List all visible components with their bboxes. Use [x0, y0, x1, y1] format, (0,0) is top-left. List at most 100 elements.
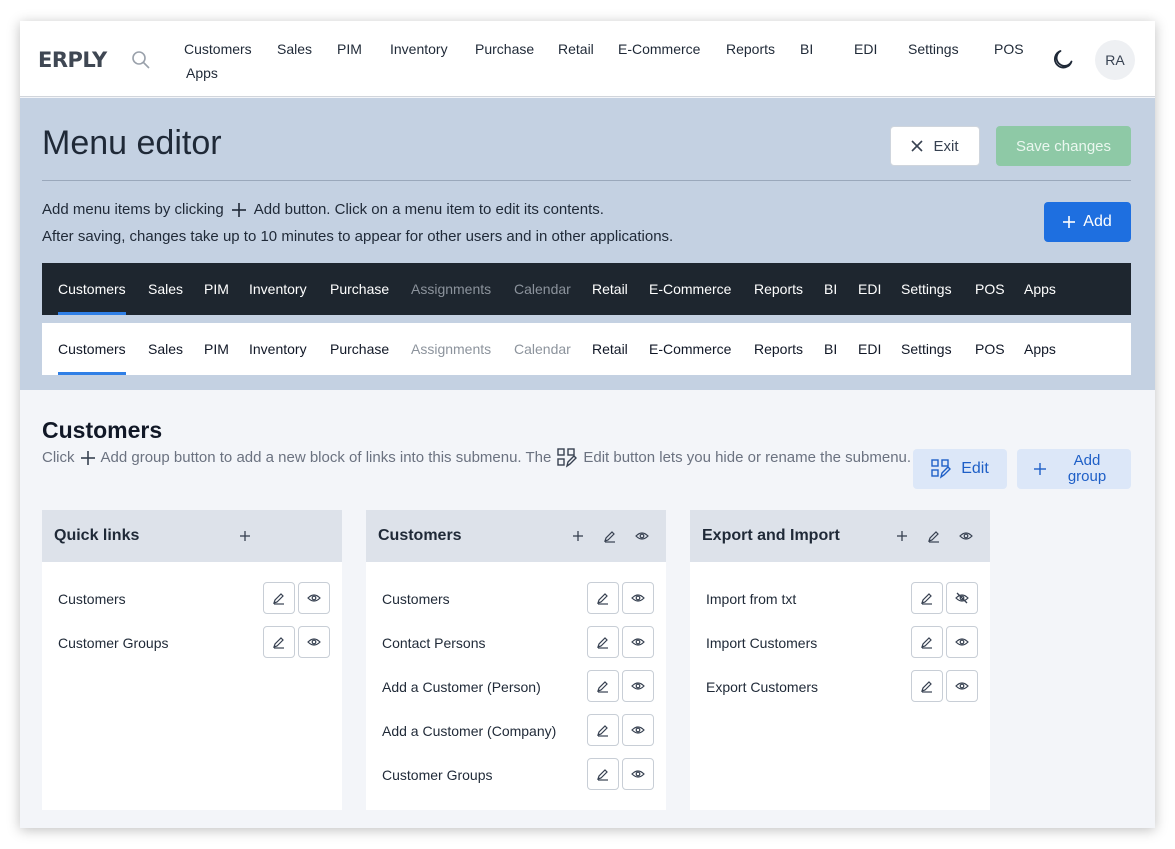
- topnav-item-customers[interactable]: Customers: [184, 41, 252, 57]
- help-text-part: Edit button lets you hide or rename the …: [583, 449, 912, 466]
- topnav-item-settings[interactable]: Settings: [908, 41, 959, 57]
- edit-pencil-icon[interactable]: [263, 582, 295, 614]
- dark-mode-moon-icon[interactable]: [1050, 46, 1076, 72]
- link-label[interactable]: Add a Customer (Company): [382, 723, 556, 739]
- preview-light-item-inventory[interactable]: Inventory: [249, 323, 307, 375]
- edit-submenu-button[interactable]: Edit: [913, 449, 1007, 489]
- preview-light-item-pim[interactable]: PIM: [204, 323, 229, 375]
- link-label[interactable]: Customer Groups: [382, 767, 492, 783]
- preview-light-item-settings[interactable]: Settings: [901, 323, 952, 375]
- add-link-plus-icon[interactable]: [890, 524, 914, 548]
- link-row: Import from txt: [690, 582, 990, 616]
- preview-dark-item-settings[interactable]: Settings: [901, 263, 952, 315]
- eye-icon[interactable]: [298, 626, 330, 658]
- preview-light-item-retail[interactable]: Retail: [592, 323, 628, 375]
- link-label[interactable]: Customers: [382, 591, 450, 607]
- eye-icon[interactable]: [622, 626, 654, 658]
- help-text-line1: Add menu items by clicking Add button. C…: [42, 201, 604, 218]
- topnav-item-inventory[interactable]: Inventory: [390, 41, 448, 57]
- user-avatar[interactable]: RA: [1095, 40, 1135, 80]
- eye-icon[interactable]: [298, 582, 330, 614]
- preview-light-item-sales[interactable]: Sales: [148, 323, 183, 375]
- link-row: Customer Groups: [366, 758, 666, 792]
- edit-grid-icon: [557, 448, 578, 468]
- topnav-item-retail[interactable]: Retail: [558, 41, 594, 57]
- preview-light-item-edi[interactable]: EDI: [858, 323, 881, 375]
- edit-pencil-icon[interactable]: [587, 758, 619, 790]
- edit-pencil-icon[interactable]: [587, 582, 619, 614]
- eye-icon[interactable]: [946, 670, 978, 702]
- add-link-plus-icon[interactable]: [566, 524, 590, 548]
- edit-pencil-icon[interactable]: [587, 670, 619, 702]
- preview-light-item-reports[interactable]: Reports: [754, 323, 803, 375]
- preview-dark-item-reports[interactable]: Reports: [754, 263, 803, 315]
- preview-light-item-pos[interactable]: POS: [975, 323, 1005, 375]
- topnav-item-purchase[interactable]: Purchase: [475, 41, 534, 57]
- edit-button-label: Edit: [961, 460, 989, 477]
- topnav-item-ecommerce[interactable]: E-Commerce: [618, 41, 700, 57]
- eye-off-icon[interactable]: [946, 582, 978, 614]
- edit-pencil-icon[interactable]: [598, 524, 622, 548]
- preview-light-item-calendar[interactable]: Calendar: [514, 323, 571, 375]
- link-label[interactable]: Import Customers: [706, 635, 817, 651]
- topnav-item-apps[interactable]: Apps: [186, 65, 218, 81]
- link-label[interactable]: Import from txt: [706, 591, 796, 607]
- eye-icon[interactable]: [630, 524, 654, 548]
- exit-button-label: Exit: [933, 137, 959, 155]
- edit-pencil-icon[interactable]: [911, 626, 943, 658]
- preview-dark-item-calendar[interactable]: Calendar: [514, 263, 571, 315]
- preview-dark-item-customers[interactable]: Customers: [58, 263, 126, 315]
- save-changes-button[interactable]: Save changes: [996, 126, 1131, 166]
- preview-light-item-assignments[interactable]: Assignments: [411, 323, 491, 375]
- group-quick-links: Quick links Customers Customer Groups: [42, 510, 342, 810]
- preview-light-item-customers[interactable]: Customers: [58, 323, 126, 375]
- add-group-button[interactable]: Add group: [1017, 449, 1131, 489]
- topnav-item-sales[interactable]: Sales: [277, 41, 312, 57]
- preview-dark-item-purchase[interactable]: Purchase: [330, 263, 389, 315]
- preview-dark-item-bi[interactable]: BI: [824, 263, 837, 315]
- eye-icon[interactable]: [946, 626, 978, 658]
- preview-dark-item-inventory[interactable]: Inventory: [249, 263, 307, 315]
- link-label[interactable]: Contact Persons: [382, 635, 486, 651]
- header-divider: [42, 180, 1131, 181]
- preview-light-item-ecommerce[interactable]: E-Commerce: [649, 323, 731, 375]
- topnav-item-pim[interactable]: PIM: [337, 41, 362, 57]
- help-text-line2: After saving, changes take up to 10 minu…: [42, 228, 674, 245]
- preview-light-item-bi[interactable]: BI: [824, 323, 837, 375]
- topnav-item-bi[interactable]: BI: [800, 41, 813, 57]
- erply-logo[interactable]: ERPLY: [38, 48, 107, 72]
- preview-dark-item-retail[interactable]: Retail: [592, 263, 628, 315]
- preview-dark-item-assignments[interactable]: Assignments: [411, 263, 491, 315]
- preview-dark-item-pos[interactable]: POS: [975, 263, 1005, 315]
- preview-dark-item-apps[interactable]: Apps: [1024, 263, 1056, 315]
- preview-dark-item-ecommerce[interactable]: E-Commerce: [649, 263, 731, 315]
- menu-preview-dark: Customers Sales PIM Inventory Purchase A…: [42, 263, 1131, 315]
- eye-icon[interactable]: [622, 670, 654, 702]
- link-label[interactable]: Customers: [58, 591, 126, 607]
- preview-light-item-apps[interactable]: Apps: [1024, 323, 1056, 375]
- eye-icon[interactable]: [622, 582, 654, 614]
- link-label[interactable]: Add a Customer (Person): [382, 679, 541, 695]
- add-menu-item-button[interactable]: Add: [1044, 202, 1131, 242]
- edit-pencil-icon[interactable]: [263, 626, 295, 658]
- topnav-item-pos[interactable]: POS: [994, 41, 1024, 57]
- link-label[interactable]: Customer Groups: [58, 635, 168, 651]
- eye-icon[interactable]: [622, 714, 654, 746]
- eye-icon[interactable]: [954, 524, 978, 548]
- preview-light-item-purchase[interactable]: Purchase: [330, 323, 389, 375]
- preview-dark-item-sales[interactable]: Sales: [148, 263, 183, 315]
- preview-dark-item-edi[interactable]: EDI: [858, 263, 881, 315]
- edit-pencil-icon[interactable]: [911, 670, 943, 702]
- edit-pencil-icon[interactable]: [587, 626, 619, 658]
- edit-pencil-icon[interactable]: [922, 524, 946, 548]
- topnav-item-reports[interactable]: Reports: [726, 41, 775, 57]
- exit-button[interactable]: Exit: [890, 126, 980, 166]
- edit-pencil-icon[interactable]: [587, 714, 619, 746]
- add-link-plus-icon[interactable]: [233, 524, 257, 548]
- search-icon[interactable]: [128, 47, 154, 73]
- edit-pencil-icon[interactable]: [911, 582, 943, 614]
- eye-icon[interactable]: [622, 758, 654, 790]
- link-label[interactable]: Export Customers: [706, 679, 818, 695]
- topnav-item-edi[interactable]: EDI: [854, 41, 877, 57]
- preview-dark-item-pim[interactable]: PIM: [204, 263, 229, 315]
